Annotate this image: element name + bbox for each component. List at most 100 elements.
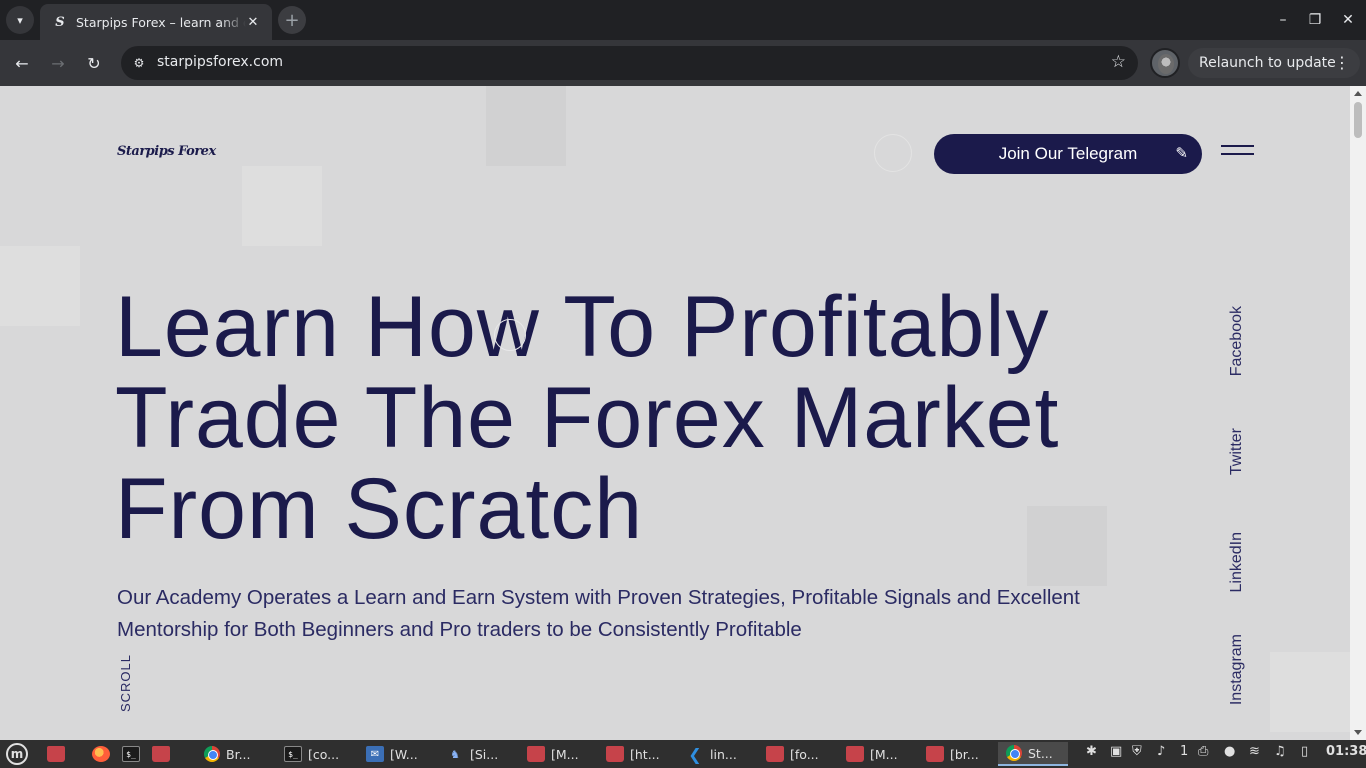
social-link-linkedin[interactable]: LinkedIn	[1228, 532, 1246, 593]
taskbar-launcher-folder[interactable]	[152, 742, 176, 766]
tab-close-icon[interactable]: ✕	[244, 13, 262, 31]
bookmark-star-icon[interactable]: ☆	[1111, 52, 1126, 72]
background-square	[0, 246, 80, 326]
firefox-icon	[92, 746, 110, 762]
background-square	[486, 86, 566, 166]
site-favicon-icon: S	[55, 14, 65, 30]
taskbar-window-folder[interactable]: [M...	[846, 742, 898, 766]
taskbar-window-app[interactable]: ♞ [Si...	[446, 742, 498, 766]
folder-icon	[926, 746, 944, 762]
taskbar-window-mail[interactable]: ✉ [W...	[366, 742, 418, 766]
taskbar-window-folder[interactable]: [br...	[926, 742, 979, 766]
scrollbar-thumb[interactable]	[1354, 102, 1362, 138]
printer-icon[interactable]: ⎙	[1198, 744, 1208, 759]
join-telegram-button[interactable]: Join Our Telegram ✎	[934, 134, 1202, 174]
chrome-icon	[204, 746, 220, 762]
reload-button[interactable]: ↻	[81, 50, 107, 76]
social-link-facebook[interactable]: Facebook	[1228, 306, 1246, 376]
new-tab-button[interactable]: +	[278, 6, 306, 34]
window-close-button[interactable]: ✕	[1336, 8, 1360, 32]
tab-search-button[interactable]: ▾	[6, 6, 34, 34]
tab-title: Starpips Forex – learn and earn	[76, 14, 246, 30]
shield-icon[interactable]: ⛨	[1132, 744, 1142, 759]
pencil-icon: ✎	[1175, 145, 1188, 162]
taskbar-window-label: [M...	[551, 746, 579, 762]
cursor-ring	[874, 134, 912, 172]
taskbar-window-vscode[interactable]: ❮ lin...	[686, 742, 737, 766]
folder-icon	[766, 746, 784, 762]
hero-title-line: Learn How To Profitably	[115, 279, 1050, 375]
hamburger-menu-icon[interactable]	[1221, 144, 1254, 158]
taskbar-window-label: lin...	[710, 746, 737, 762]
scroll-down-icon[interactable]	[1354, 730, 1362, 735]
clock[interactable]: 01:38	[1326, 744, 1366, 759]
taskbar-window-chrome-active[interactable]: St...	[998, 742, 1068, 766]
social-link-twitter[interactable]: Twitter	[1228, 428, 1246, 475]
relaunch-label: Relaunch to update	[1199, 55, 1336, 71]
cursor-ring	[494, 319, 526, 351]
minimize-button[interactable]: –	[1271, 8, 1295, 32]
page-scrollbar[interactable]	[1350, 86, 1366, 740]
menu-line	[1221, 145, 1254, 147]
taskbar-window-label: [Si...	[470, 746, 499, 762]
hero-title-line: Trade The Forex Market	[115, 370, 1060, 466]
avatar-image	[1158, 54, 1174, 74]
terminal-icon: $_	[284, 746, 302, 762]
folder-icon	[152, 746, 170, 762]
taskbar-window-label: Br...	[226, 746, 251, 762]
taskbar-window-label: [W...	[390, 746, 418, 762]
hero-title-line: From Scratch	[115, 461, 644, 557]
social-link-instagram[interactable]: Instagram	[1228, 634, 1246, 705]
taskbar-launcher-files[interactable]	[47, 742, 71, 766]
clipboard-icon[interactable]: ▣	[1110, 744, 1122, 759]
menu-dots-icon[interactable]: ⋮	[1334, 53, 1350, 72]
taskbar-window-folder[interactable]: [fo...	[766, 742, 819, 766]
taskbar-window-terminal[interactable]: $_ [co...	[284, 742, 339, 766]
tab-strip: ▾ S Starpips Forex – learn and earn ✕ + …	[0, 0, 1366, 40]
start-menu-button[interactable]: m	[6, 742, 34, 766]
scroll-indicator[interactable]: SCROLL	[118, 654, 133, 712]
vscode-icon: ❮	[688, 744, 702, 764]
maximize-button[interactable]: ❐	[1303, 8, 1327, 32]
folder-icon	[846, 746, 864, 762]
site-logo[interactable]: Starpips Forex	[117, 144, 216, 159]
forward-button[interactable]: →	[45, 50, 71, 76]
taskbar-window-label: [ht...	[630, 746, 660, 762]
relaunch-update-button[interactable]: Relaunch to update ⋮	[1188, 48, 1360, 78]
profile-avatar[interactable]	[1150, 48, 1180, 78]
wifi-icon[interactable]: ≋	[1249, 744, 1260, 759]
taskbar-launcher-terminal[interactable]: $_	[122, 742, 146, 766]
folder-icon	[47, 746, 65, 762]
volume-icon[interactable]: ♫	[1274, 744, 1286, 759]
hero-subtitle: Our Academy Operates a Learn and Earn Sy…	[117, 586, 1080, 641]
scroll-up-icon[interactable]	[1354, 91, 1362, 96]
folder-icon	[527, 746, 545, 762]
web-page: Starpips Forex Join Our Telegram ✎ Learn…	[0, 86, 1350, 740]
user-icon[interactable]: ●	[1224, 744, 1235, 759]
taskbar-window-label: [co...	[308, 746, 340, 762]
browser-tab[interactable]: S Starpips Forex – learn and earn ✕	[40, 4, 272, 40]
battery-icon[interactable]: ▯	[1301, 744, 1308, 759]
taskbar-window-browser[interactable]: Br...	[204, 742, 251, 766]
bluetooth-icon[interactable]: ✱	[1086, 744, 1097, 759]
telegram-button-label: Join Our Telegram	[998, 144, 1138, 163]
taskbar-launcher-firefox[interactable]	[92, 742, 116, 766]
background-square	[1270, 652, 1350, 732]
notification-count: 1	[1180, 744, 1189, 759]
url-text[interactable]: starpipsforex.com	[157, 54, 283, 70]
notification-icon[interactable]: ♪	[1157, 744, 1165, 759]
back-button[interactable]: ←	[9, 50, 35, 76]
taskbar-window-label: St...	[1028, 745, 1053, 761]
mail-icon: ✉	[366, 746, 384, 762]
taskbar-window-folder[interactable]: [M...	[527, 742, 579, 766]
app-icon: ♞	[450, 747, 460, 761]
taskbar-window-label: [fo...	[790, 746, 819, 762]
taskbar-window-label: [br...	[950, 746, 979, 762]
os-taskbar: m $_ Br... $_ [co... ✉ [W... ♞ [Si... [M...…	[0, 740, 1366, 768]
address-bar[interactable]: ⚙ starpipsforex.com ☆	[121, 46, 1138, 80]
site-info-icon[interactable]: ⚙	[129, 53, 149, 73]
linux-mint-menu-icon: m	[6, 743, 28, 765]
taskbar-window-label: [M...	[870, 746, 898, 762]
chrome-icon	[1006, 745, 1022, 761]
taskbar-window-folder[interactable]: [ht...	[606, 742, 660, 766]
